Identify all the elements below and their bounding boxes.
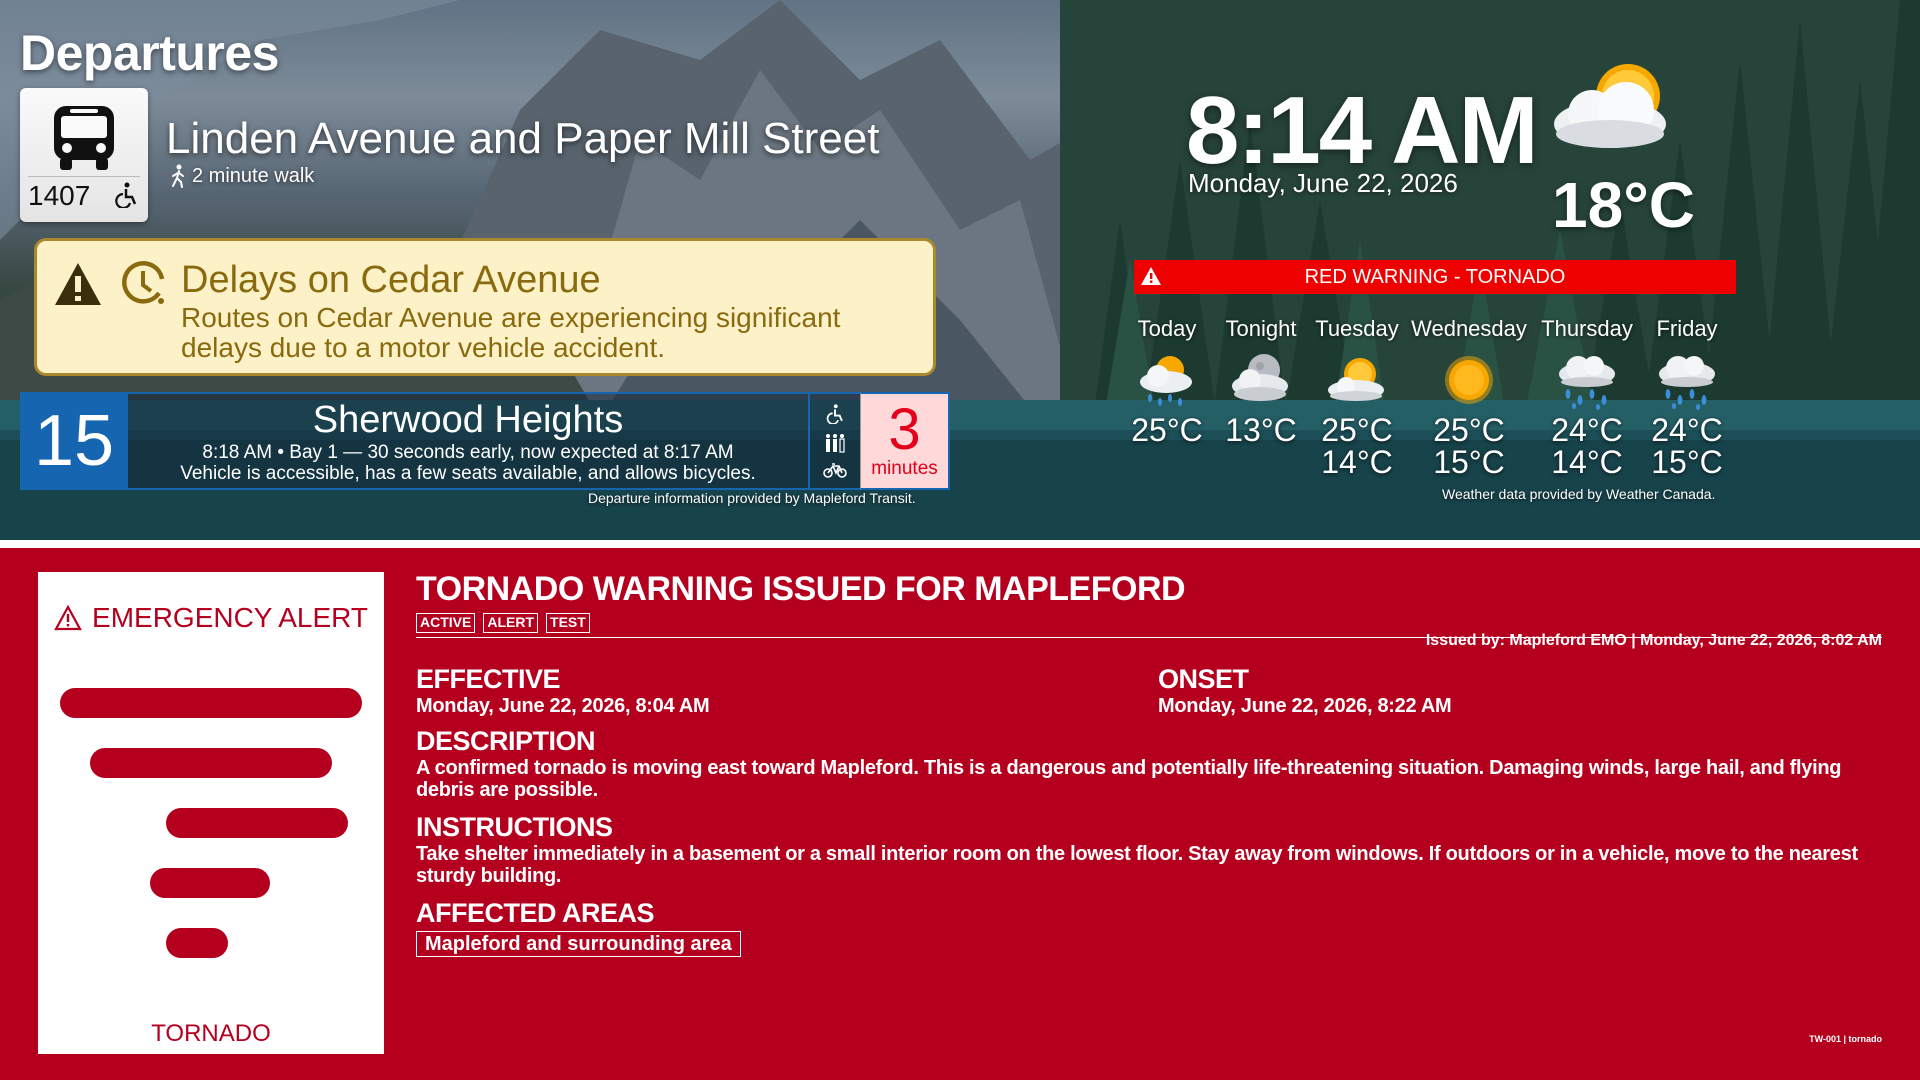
rain-icon bbox=[1559, 356, 1615, 410]
instructions-section: INSTRUCTIONS Take shelter immediately in… bbox=[416, 806, 1882, 887]
rain-icon bbox=[1659, 356, 1715, 410]
onset-label: ONSET bbox=[1158, 664, 1249, 694]
weather-warning-banner[interactable]: RED WARNING - TORNADO bbox=[1134, 260, 1736, 294]
effective-value: Monday, June 22, 2026, 8:04 AM bbox=[416, 695, 710, 717]
emergency-alert-card-title: EMERGENCY ALERT bbox=[38, 602, 384, 634]
forecast-low: 15°C bbox=[1651, 444, 1723, 480]
sun-icon bbox=[1445, 356, 1493, 404]
emergency-alert-panel: EMERGENCY ALERT TORNADO TORNADO WARNING … bbox=[0, 548, 1920, 1080]
clock-date: Monday, June 22, 2026 bbox=[1188, 168, 1458, 198]
tag-test: TEST bbox=[546, 613, 590, 633]
page-title: Departures bbox=[20, 25, 280, 81]
weather-warning-text: RED WARNING - TORNADO bbox=[1304, 265, 1566, 288]
departures-panel: Departures 1407 Linden Avenue and Paper … bbox=[0, 0, 1920, 540]
description-label: DESCRIPTION bbox=[416, 726, 596, 756]
tag-alert: ALERT bbox=[483, 613, 539, 633]
forecast-day-friday: Friday 24°C 15°C bbox=[1628, 316, 1746, 478]
bicycle-icon bbox=[823, 462, 847, 478]
instructions-text: Take shelter immediately in a basement o… bbox=[416, 843, 1858, 887]
stop-card: 1407 bbox=[20, 88, 148, 222]
service-alert: Delays on Cedar Avenue Routes on Cedar A… bbox=[34, 238, 936, 376]
affected-areas-label: AFFECTED AREAS bbox=[416, 898, 655, 928]
emergency-alert-details: TORNADO WARNING ISSUED FOR MAPLEFORD ACT… bbox=[416, 570, 1882, 957]
forecast-high: 25°C bbox=[1321, 412, 1393, 448]
forecast-high: 25°C bbox=[1433, 412, 1505, 448]
section-divider bbox=[0, 540, 1920, 548]
instructions-label: INSTRUCTIONS bbox=[416, 812, 613, 842]
walk-time-label: 2 minute walk bbox=[192, 164, 315, 187]
forecast-day-name: Tuesday bbox=[1315, 316, 1399, 341]
forecast-high: 24°C bbox=[1651, 412, 1723, 448]
stop-card-divider bbox=[28, 176, 140, 177]
stop-number: 1407 bbox=[28, 180, 91, 211]
forecast-day-name: Friday bbox=[1656, 316, 1718, 341]
forecast-day-tuesday: Tuesday 25°C 14°C bbox=[1298, 316, 1416, 478]
forecast-day-name: Wednesday bbox=[1411, 316, 1527, 341]
walking-person-icon bbox=[172, 164, 184, 188]
route-detail-line2: Vehicle is accessible, has a few seats a… bbox=[180, 463, 756, 484]
walk-time: 2 minute walk bbox=[170, 164, 314, 188]
route-number: 15 bbox=[20, 392, 128, 490]
cloudy-sun-icon bbox=[1554, 64, 1666, 148]
route-detail-line1: 8:18 AM • Bay 1 — 30 seconds early, now … bbox=[202, 442, 734, 463]
eta-box: 3 minutes bbox=[860, 392, 950, 490]
current-temperature: 18°C bbox=[1552, 169, 1695, 241]
tag-active: ACTIVE bbox=[416, 613, 476, 633]
alert-tags: ACTIVE ALERT TEST bbox=[416, 613, 1882, 633]
alert-footer-id: TW-001 | tornado bbox=[1809, 1034, 1882, 1044]
warning-triangle-icon bbox=[55, 263, 101, 305]
emergency-headline: TORNADO WARNING ISSUED FOR MAPLEFORD bbox=[416, 570, 1186, 608]
passengers-icon bbox=[826, 433, 845, 453]
clock-icon bbox=[122, 261, 165, 304]
forecast-low: 15°C bbox=[1433, 444, 1505, 480]
forecast-day-wednesday: Wednesday 25°C 15°C bbox=[1410, 316, 1528, 478]
wheelchair-icon bbox=[826, 404, 843, 425]
route-destination: Sherwood Heights bbox=[312, 399, 624, 441]
route-detail: 8:18 AM • Bay 1 — 30 seconds early, now … bbox=[128, 442, 808, 484]
bus-icon bbox=[54, 106, 114, 170]
forecast-low: 14°C bbox=[1321, 444, 1393, 480]
affected-areas-section: AFFECTED AREAS Mapleford and surrounding… bbox=[416, 892, 741, 957]
onset-section: ONSET Monday, June 22, 2026, 8:22 AM bbox=[1158, 658, 1452, 717]
rain-sun-icon bbox=[1140, 356, 1192, 406]
wheelchair-icon bbox=[115, 182, 137, 208]
tornado-icon bbox=[60, 688, 362, 958]
warning-triangle-icon bbox=[1141, 267, 1161, 285]
route-info: Sherwood Heights 8:18 AM • Bay 1 — 30 se… bbox=[128, 392, 810, 490]
issued-by: Issued by: Mapleford EMO | Monday, June … bbox=[1425, 632, 1882, 649]
forecast-strip: Today 25°C Tonight 13°C Tuesday 25°C 14°… bbox=[1131, 316, 1742, 496]
route-amenity-icons bbox=[810, 392, 860, 490]
description-text: A confirmed tornado is moving east towar… bbox=[416, 757, 1842, 801]
service-alert-title: Delays on Cedar Avenue bbox=[181, 259, 601, 301]
transit-credit: Departure information provided by Maplef… bbox=[588, 490, 916, 506]
emergency-alert-card: EMERGENCY ALERT TORNADO bbox=[38, 572, 384, 1054]
effective-label: EFFECTIVE bbox=[416, 664, 561, 694]
departure-row[interactable]: 15 Sherwood Heights 8:18 AM • Bay 1 — 30… bbox=[20, 392, 950, 490]
eta-unit: minutes bbox=[871, 458, 938, 479]
stop-name: Linden Avenue and Paper Mill Street bbox=[166, 114, 880, 163]
eta-value: 3 bbox=[888, 397, 921, 462]
cloudy-moon-icon bbox=[1232, 354, 1288, 401]
effective-section: EFFECTIVE Monday, June 22, 2026, 8:04 AM bbox=[416, 658, 710, 717]
onset-value: Monday, June 22, 2026, 8:22 AM bbox=[1158, 695, 1452, 717]
service-alert-body: Routes on Cedar Avenue are experiencing … bbox=[181, 302, 841, 363]
warning-triangle-icon bbox=[54, 605, 82, 631]
weather-credit: Weather data provided by Weather Canada. bbox=[1442, 486, 1716, 502]
affected-area-chip: Mapleford and surrounding area bbox=[416, 931, 741, 957]
emergency-alert-type: TORNADO bbox=[151, 1020, 271, 1047]
emergency-alert-label: EMERGENCY ALERT bbox=[92, 602, 368, 633]
description-section: DESCRIPTION A confirmed tornado is movin… bbox=[416, 720, 1882, 801]
cloudy-sun-icon bbox=[1328, 358, 1384, 401]
